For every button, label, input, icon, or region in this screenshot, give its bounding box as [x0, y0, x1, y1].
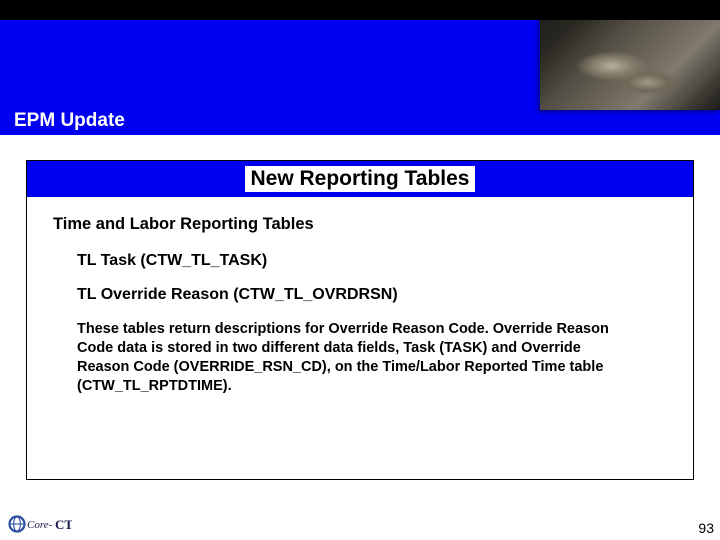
table-name-2: TL Override Reason (CTW_TL_OVRDRSN) — [77, 286, 667, 304]
core-ct-logo: Core- CT — [8, 514, 72, 534]
table-name-1: TL Task (CTW_TL_TASK) — [77, 252, 667, 270]
keyboard-photo — [540, 0, 720, 110]
svg-text:Core-: Core- — [27, 519, 53, 531]
page-number: 93 — [698, 520, 714, 536]
content-panel: New Reporting Tables Time and Labor Repo… — [26, 160, 694, 480]
svg-text:CT: CT — [55, 517, 72, 532]
content-header-text: New Reporting Tables — [249, 167, 472, 191]
slide-banner: EPM Update — [0, 0, 720, 135]
table-description: These tables return descriptions for Ove… — [77, 320, 667, 397]
content-header-bar: New Reporting Tables — [27, 161, 693, 197]
content-body: Time and Labor Reporting Tables TL Task … — [27, 197, 693, 397]
slide-category-title: EPM Update — [14, 110, 125, 132]
section-title: Time and Labor Reporting Tables — [53, 215, 667, 234]
